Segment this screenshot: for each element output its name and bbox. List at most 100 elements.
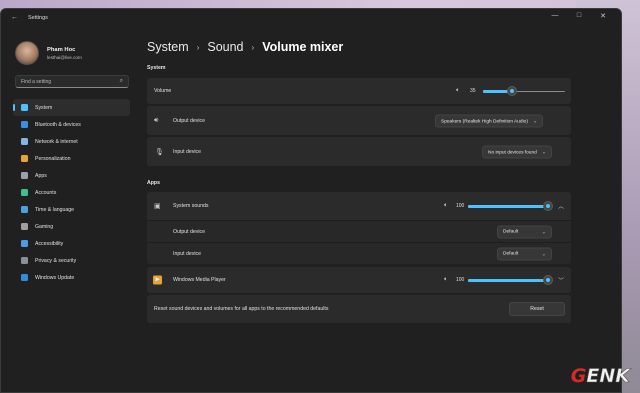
main-content: System › Sound › Volume mixer System Vol…	[147, 27, 621, 392]
speaker-icon[interactable]: 🔈︎	[456, 88, 460, 95]
media-player-slider[interactable]	[468, 276, 552, 284]
window-controls: — □ ✕	[543, 12, 615, 20]
system-sounds-label: System sounds	[173, 203, 209, 209]
sidebar-nav: System Bluetooth & devices Network & inter…	[13, 99, 130, 286]
slider-thumb[interactable]	[508, 87, 516, 95]
input-device-card: 🎙︎ Input device No input devices found ⌄	[147, 137, 571, 166]
system-sounds-card[interactable]: ▣ System sounds 🔈︎ 100 ︿	[147, 192, 571, 220]
sidebar-item-label: Privacy & security	[35, 257, 77, 264]
volume-card: Volume 🔈︎ 35	[147, 78, 571, 104]
chevron-up-icon[interactable]: ︿	[558, 202, 564, 211]
sidebar-item-bluetooth-devices[interactable]: Bluetooth & devices	[13, 116, 130, 133]
chevron-down-icon[interactable]: ﹀	[558, 276, 564, 285]
sidebar-item-system[interactable]: System	[13, 99, 130, 116]
chevron-right-icon: ›	[196, 42, 200, 52]
system-sounds-input-label: Input device	[173, 250, 201, 257]
output-device-value: Speakers (Realtek High Definition Audio)	[441, 119, 528, 124]
system-sounds-output-row: Output device Default ⌄	[147, 221, 571, 242]
sidebar-item-time-language[interactable]: Time & language	[13, 201, 130, 218]
title-bar: ← Settings — □ ✕	[1, 9, 621, 27]
speaker-icon[interactable]: 🔈︎	[444, 277, 448, 284]
genk-watermark-logo: G ENK	[570, 365, 631, 388]
media-player-volume-value: 100	[456, 277, 465, 283]
search-input[interactable]: Find a setting ⌕	[15, 75, 129, 88]
sidebar-item-label: System	[35, 104, 53, 111]
chevron-down-icon: ⌄	[541, 149, 547, 155]
system-sounds-output-dropdown[interactable]: Default ⌄	[497, 225, 552, 238]
sidebar-item-privacy-security[interactable]: Privacy & security	[13, 252, 130, 269]
gaming-icon	[21, 223, 28, 230]
system-sounds-slider[interactable]	[468, 202, 552, 210]
sidebar-item-label: Accounts	[35, 189, 57, 196]
media-player-icon: ▶	[153, 275, 162, 285]
input-device-value: No input devices found	[488, 150, 537, 155]
page-title: Volume mixer	[262, 40, 344, 54]
output-device-label: Output device	[173, 117, 206, 124]
network-icon	[21, 138, 28, 145]
sidebar-item-gaming[interactable]: Gaming	[13, 218, 130, 235]
sidebar-item-accessibility[interactable]: Accessibility	[13, 235, 130, 252]
sidebar-item-network-internet[interactable]: Network & internet	[13, 133, 130, 150]
chevron-right-icon: ›	[251, 42, 255, 52]
bluetooth-icon	[21, 121, 28, 128]
app-title: Settings	[28, 15, 48, 21]
reset-card: Reset sound devices and volumes for all …	[147, 295, 571, 323]
slider-thumb[interactable]	[544, 276, 552, 284]
speaker-icon[interactable]: 🔈︎	[444, 203, 448, 210]
update-icon	[21, 274, 28, 281]
sidebar-item-label: Apps	[35, 172, 47, 179]
section-heading-system: System	[147, 65, 166, 71]
accessibility-icon	[21, 240, 28, 247]
breadcrumb-system[interactable]: System	[147, 40, 189, 54]
sidebar-item-apps[interactable]: Apps	[13, 167, 130, 184]
brush-icon	[21, 155, 28, 162]
microphone-icon: 🎙︎	[155, 148, 164, 156]
sidebar-item-label: Network & internet	[35, 138, 78, 145]
sidebar: Pham Hoc lesthai@live.com Find a setting…	[1, 27, 139, 392]
shield-icon	[21, 257, 28, 264]
input-device-label: Input device	[173, 148, 201, 155]
apps-icon	[21, 172, 28, 179]
volume-slider[interactable]	[483, 87, 565, 95]
output-device-dropdown[interactable]: Speakers (Realtek High Definition Audio)…	[435, 114, 544, 127]
sidebar-item-windows-update[interactable]: Windows Update	[13, 269, 130, 286]
user-profile[interactable]: Pham Hoc lesthai@live.com	[15, 41, 82, 65]
profile-name: Pham Hoc	[47, 46, 76, 53]
sidebar-item-label: Windows Update	[35, 274, 75, 281]
sidebar-item-label: Time & language	[35, 206, 75, 213]
sidebar-item-label: Bluetooth & devices	[35, 121, 81, 128]
chevron-down-icon: ⌄	[532, 118, 538, 124]
maximize-button[interactable]: □	[567, 12, 591, 20]
profile-email: lesthai@live.com	[47, 54, 82, 60]
close-button[interactable]: ✕	[591, 12, 615, 20]
avatar	[15, 41, 39, 65]
minimize-button[interactable]: —	[543, 12, 567, 20]
media-player-card[interactable]: ▶ Windows Media Player 🔈︎ 100 ﹀	[147, 267, 571, 293]
sidebar-item-accounts[interactable]: Accounts	[13, 184, 130, 201]
slider-thumb[interactable]	[544, 202, 552, 210]
account-icon	[21, 189, 28, 196]
search-placeholder: Find a setting	[21, 79, 52, 85]
sidebar-item-label: Gaming	[35, 223, 54, 230]
clock-icon	[21, 206, 28, 213]
system-sounds-volume-value: 100	[456, 203, 465, 209]
reset-button[interactable]: Reset	[509, 302, 565, 316]
system-sounds-input-dropdown[interactable]: Default ⌄	[497, 247, 552, 260]
chevron-down-icon: ⌄	[541, 229, 546, 235]
search-icon[interactable]: ⌕	[120, 78, 123, 85]
media-player-label: Windows Media Player	[173, 277, 226, 283]
input-device-dropdown[interactable]: No input devices found ⌄	[482, 145, 553, 158]
system-icon	[21, 104, 28, 111]
speaker-icon: 🔊︎	[154, 116, 159, 124]
sidebar-item-personalization[interactable]: Personalization	[13, 150, 130, 167]
settings-window: ← Settings — □ ✕ Pham Hoc lesthai@live.c…	[0, 8, 622, 393]
sidebar-item-label: Personalization	[35, 155, 71, 162]
breadcrumb: System › Sound › Volume mixer	[147, 40, 343, 54]
breadcrumb-sound[interactable]: Sound	[207, 40, 243, 54]
system-sounds-input-value: Default	[503, 251, 519, 256]
back-arrow-icon[interactable]: ←	[11, 14, 18, 21]
system-sounds-output-label: Output device	[173, 228, 206, 235]
system-sounds-output-value: Default	[503, 229, 519, 234]
volume-label: Volume	[154, 88, 172, 94]
reset-description: Reset sound devices and volumes for all …	[154, 306, 329, 312]
